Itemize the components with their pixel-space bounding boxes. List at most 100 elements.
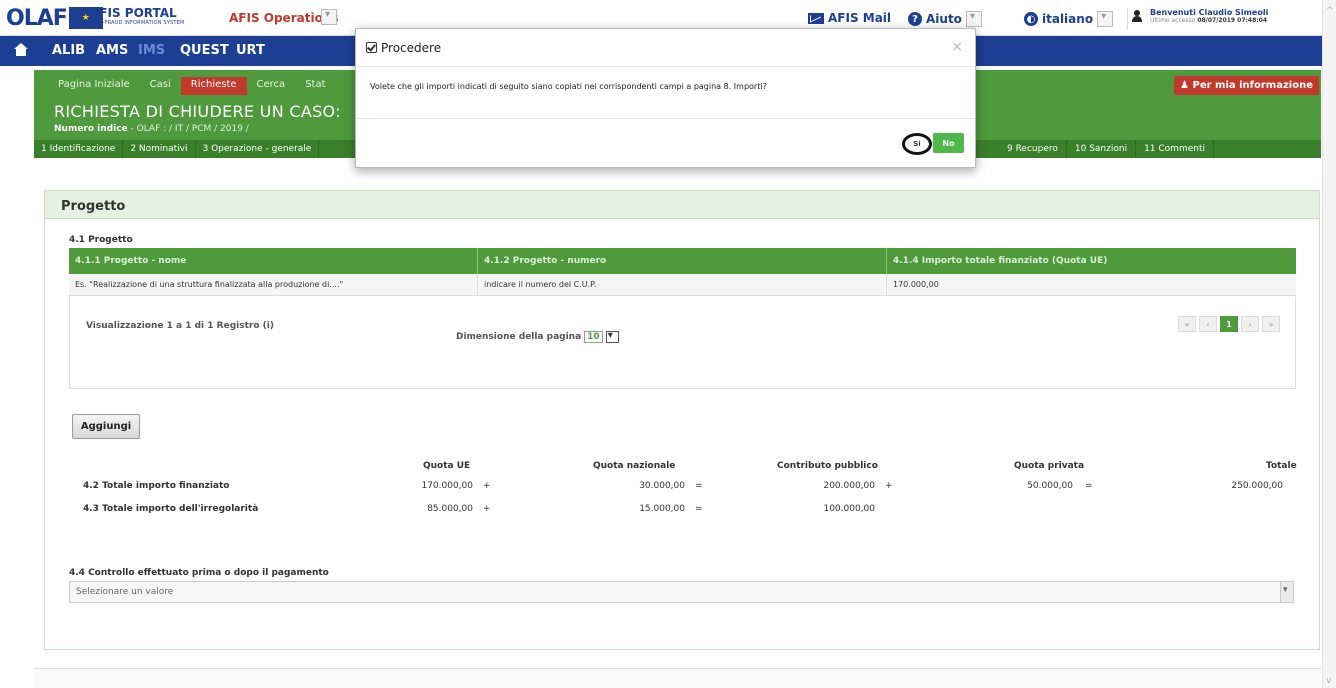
- control-select[interactable]: Selezionare un valore: [69, 581, 1294, 603]
- mail-icon: [808, 12, 824, 24]
- control-select-value: Selezionare un valore: [76, 587, 174, 597]
- subnav-stats[interactable]: Stat: [295, 77, 335, 95]
- case-index: Numero indice - OLAF : / IT / PCM / 2019…: [54, 124, 249, 134]
- operator: =: [695, 504, 703, 514]
- scrollbar[interactable]: [1322, 0, 1336, 688]
- afis-mail-link[interactable]: AFIS Mail: [808, 11, 891, 25]
- chevron-down-icon[interactable]: [605, 330, 619, 343]
- cell-project-name: Es. "Realizzazione di una struttura fina…: [69, 274, 478, 295]
- nav-quest[interactable]: QUEST: [180, 43, 229, 58]
- total-irregularity-label: 4.3 Totale importo dell'irregolarità: [83, 504, 259, 514]
- operator: +: [483, 481, 491, 491]
- check-square-icon: [366, 42, 377, 53]
- value: 170.000,00: [421, 481, 473, 491]
- olaf-logo[interactable]: OLAF ★: [6, 5, 103, 31]
- chevron-down-icon[interactable]: [321, 9, 337, 25]
- question-icon: ?: [908, 12, 922, 26]
- dialog-header: Procedere ×: [356, 29, 975, 67]
- add-button[interactable]: Aggiungi: [72, 414, 140, 439]
- tab-nominativi[interactable]: 2 Nominativi: [123, 140, 196, 158]
- value: 50.000,00: [1027, 481, 1073, 491]
- logo-text: OLAF: [6, 5, 68, 31]
- user-icon: ♟: [1180, 80, 1193, 91]
- value: 250.000,00: [1231, 481, 1283, 491]
- col-header[interactable]: 4.1.1 Progetto - nome: [69, 248, 478, 274]
- globe-icon: ◐: [1024, 12, 1038, 26]
- user-icon: [1132, 10, 1142, 22]
- pager-next[interactable]: ›: [1241, 316, 1259, 332]
- nav-urt[interactable]: URT: [236, 43, 265, 58]
- chevron-down-icon[interactable]: [1280, 582, 1293, 602]
- project-grid: 4.1.1 Progetto - nome 4.1.2 Progetto - n…: [69, 248, 1296, 296]
- operator: +: [483, 504, 491, 514]
- case-title: RICHIESTA DI CHIUDERE UN CASO:: [54, 102, 341, 121]
- tab-identificazione[interactable]: 1 Identificazione: [34, 140, 124, 158]
- page-size-select[interactable]: 10: [584, 331, 603, 343]
- operator: =: [1085, 481, 1093, 491]
- close-icon[interactable]: ×: [951, 39, 963, 55]
- total-financed-label: 4.2 Totale importo finanziato: [83, 481, 230, 491]
- grid-footer: Visualizzazione 1 a 1 di 1 Registro (i) …: [69, 297, 1296, 389]
- grid-header: 4.1.1 Progetto - nome 4.1.2 Progetto - n…: [69, 248, 1296, 274]
- control-label: 4.4 Controllo effettuato prima o dopo il…: [69, 568, 329, 578]
- pager-last[interactable]: »: [1262, 316, 1280, 332]
- section-label: 4.1 Progetto: [69, 235, 133, 245]
- totals-header: Totale: [1266, 461, 1297, 471]
- subnav-requests[interactable]: Richieste: [180, 77, 247, 95]
- tab-recupero[interactable]: 9 Recupero: [999, 140, 1067, 158]
- nav-ams[interactable]: AMS: [96, 43, 128, 58]
- value: 30.000,00: [639, 481, 685, 491]
- sub-nav: Pagina Iniziale Casi Richieste Cerca Sta…: [48, 77, 336, 95]
- totals-header: Quota privata: [1014, 461, 1085, 471]
- value: 15.000,00: [639, 504, 685, 514]
- page-size-label: Dimensione della pagina: [456, 332, 582, 342]
- subnav-home[interactable]: Pagina Iniziale: [48, 77, 140, 95]
- portal-subtitle: ANTI-FRAUD INFORMATION SYSTEM: [90, 20, 185, 26]
- chevron-down-icon[interactable]: [1097, 11, 1114, 27]
- subnav-search[interactable]: Cerca: [247, 77, 296, 95]
- dialog-title: Procedere: [381, 40, 442, 55]
- pager: « ‹ 1 › »: [1178, 316, 1280, 332]
- col-header[interactable]: 4.1.2 Progetto - numero: [478, 248, 887, 274]
- project-panel: Progetto 4.1 Progetto 4.1.1 Progetto - n…: [44, 190, 1320, 650]
- chevron-down-icon[interactable]: [965, 11, 982, 27]
- nav-ims[interactable]: IMS: [138, 43, 165, 58]
- operator: +: [885, 481, 893, 491]
- nav-alib[interactable]: ALIB: [52, 43, 85, 58]
- yes-button[interactable]: Si: [902, 133, 932, 155]
- totals-header: Contributo pubblico: [777, 461, 878, 471]
- col-header[interactable]: 4.1.4 Importo totale finanziato (Quota U…: [887, 248, 1296, 274]
- portal-brand[interactable]: AFIS PORTAL ANTI-FRAUD INFORMATION SYSTE…: [90, 6, 185, 26]
- info-button[interactable]: ♟ Per mia informazione: [1174, 76, 1319, 95]
- user-info[interactable]: Benvenuti Claudio Simeoli Ultimo accesso…: [1127, 8, 1321, 30]
- record-count: Visualizzazione 1 a 1 di 1 Registro (i): [86, 321, 274, 331]
- home-icon[interactable]: [14, 43, 28, 57]
- value: 85.000,00: [427, 504, 473, 514]
- tab-commenti[interactable]: 11 Commenti: [1136, 140, 1214, 158]
- value: 100.000,00: [823, 504, 875, 514]
- pager-first[interactable]: «: [1178, 316, 1196, 332]
- tab-operazione[interactable]: 3 Operazione - generale: [196, 140, 320, 158]
- operator: =: [695, 481, 703, 491]
- portal-title: AFIS PORTAL: [90, 6, 177, 20]
- operations-menu[interactable]: AFIS Operations: [229, 9, 339, 25]
- help-menu[interactable]: ? Aiuto: [908, 11, 982, 27]
- confirm-dialog: Procedere × Volete che gli importi indic…: [355, 28, 976, 168]
- language-label: italiano: [1042, 12, 1094, 26]
- pager-prev[interactable]: ‹: [1199, 316, 1217, 332]
- no-button[interactable]: No: [933, 133, 964, 153]
- subnav-cases[interactable]: Casi: [140, 77, 181, 95]
- cell-amount: 170.000,00: [893, 280, 939, 289]
- tab-sanzioni[interactable]: 10 Sanzioni: [1066, 140, 1137, 158]
- dialog-message: Volete che gli importi indicati di segui…: [356, 67, 975, 119]
- help-label: Aiuto: [926, 12, 962, 26]
- panel-title: Progetto: [45, 191, 1319, 219]
- mail-label: AFIS Mail: [828, 11, 892, 25]
- user-welcome: Benvenuti Claudio Simeoli: [1150, 8, 1269, 17]
- step-tabs-right: 9 Recupero 10 Sanzioni 11 Commenti: [999, 140, 1214, 158]
- table-row[interactable]: Es. "Realizzazione di una struttura fina…: [69, 274, 1296, 296]
- totals-header: Quota nazionale: [593, 461, 676, 471]
- language-menu[interactable]: ◐ italiano: [1024, 11, 1114, 27]
- pager-current[interactable]: 1: [1220, 316, 1238, 332]
- last-access: Ultimo accesso 08/07/2019 07:48:04: [1150, 17, 1268, 24]
